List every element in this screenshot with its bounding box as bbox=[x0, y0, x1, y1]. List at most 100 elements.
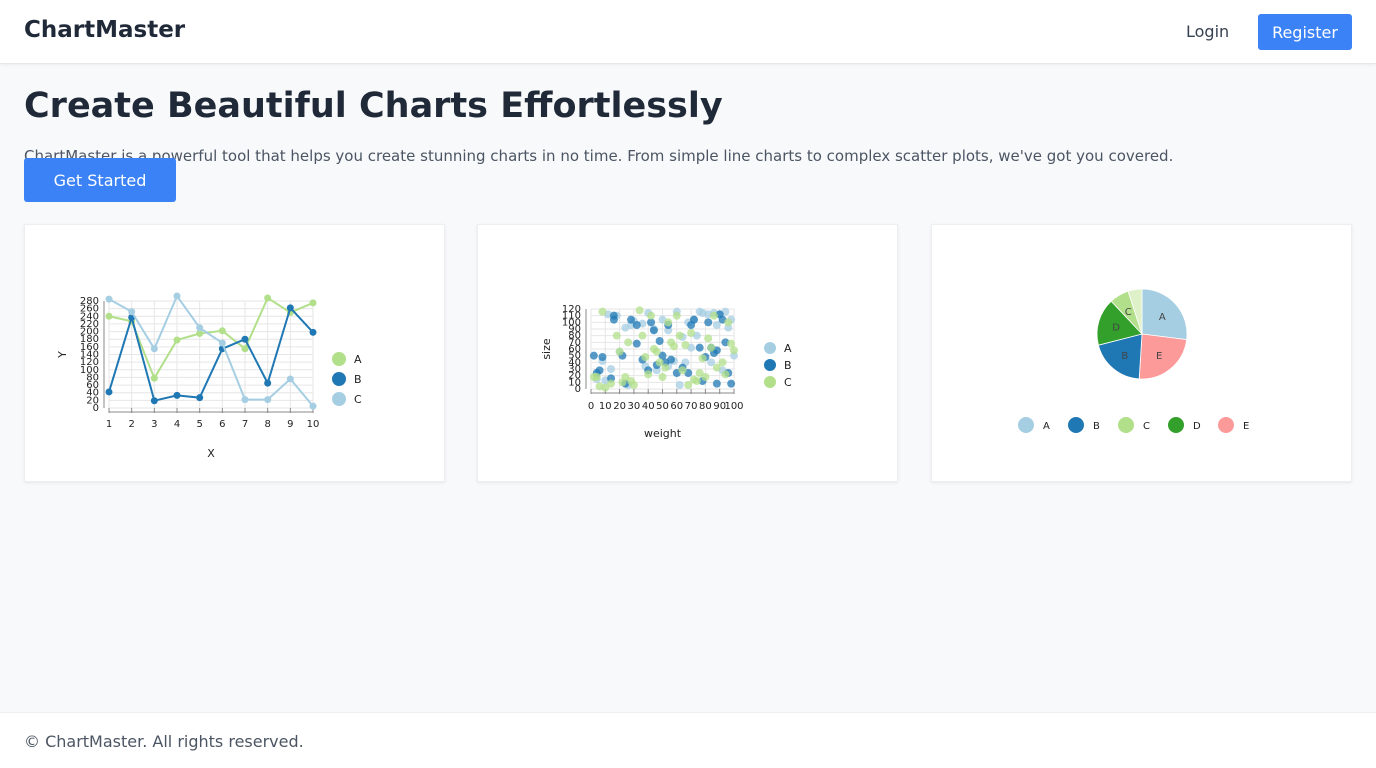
pie-slice-label: B bbox=[1121, 351, 1128, 362]
hero-description: ChartMaster is a powerful tool that help… bbox=[24, 147, 1174, 165]
legend-swatch bbox=[332, 352, 346, 366]
legend-label: B bbox=[354, 373, 362, 386]
legend-label: C bbox=[784, 376, 792, 389]
scatter-point-c bbox=[629, 381, 638, 389]
data-point bbox=[218, 327, 226, 335]
data-point bbox=[309, 328, 317, 336]
data-point bbox=[241, 335, 249, 343]
data-point bbox=[173, 391, 181, 399]
x-tick-label: 7 bbox=[242, 419, 248, 430]
x-tick-label: 1 bbox=[106, 419, 112, 430]
scatter-point-c bbox=[675, 331, 684, 340]
get-started-button[interactable]: Get Started bbox=[24, 158, 176, 202]
line-chart: 0204060801001201401601802002202402602801… bbox=[56, 292, 362, 460]
scatter-point-b bbox=[649, 326, 658, 335]
scatter-point-c bbox=[669, 342, 678, 351]
data-point bbox=[150, 374, 158, 382]
scatter-chart: 01020304050607080901001101200 10 20 30 40 50 6… bbox=[540, 304, 792, 440]
scatter-point-c bbox=[624, 338, 633, 347]
data-point bbox=[286, 375, 294, 383]
legend-swatch bbox=[1118, 417, 1134, 433]
x-tick-label: 2 bbox=[128, 419, 134, 430]
data-point bbox=[105, 388, 113, 396]
register-button[interactable]: Register bbox=[1258, 14, 1352, 50]
scatter-point-c bbox=[592, 373, 601, 381]
scatter-point-c bbox=[724, 318, 733, 327]
scatter-point-c bbox=[709, 311, 718, 320]
data-point bbox=[105, 295, 113, 303]
data-point bbox=[264, 396, 272, 404]
scatter-point-c bbox=[641, 353, 650, 361]
data-point bbox=[173, 292, 181, 300]
scatter-chart-card: 0 10 20 30 40 50 60 70 80 90 100 110 120 0 10 20 30 40 50 6… bbox=[477, 224, 898, 482]
pie-slice-label: C bbox=[1125, 307, 1132, 318]
scatter-point-c bbox=[652, 347, 661, 356]
brand-logo[interactable]: ChartMaster bbox=[24, 17, 185, 43]
footer: © ChartMaster. All rights reserved. bbox=[0, 712, 1376, 768]
line-chart-card: 0 20 40 60 80 100 120 140 160 180 200 220 240 260 280 1… bbox=[24, 224, 445, 482]
scatter-point-c bbox=[681, 341, 690, 349]
legend-label: A bbox=[1043, 421, 1050, 432]
x-tick-label: 70 bbox=[685, 401, 698, 412]
data-point bbox=[264, 294, 272, 302]
legend-swatch bbox=[764, 342, 776, 354]
scatter-point-c bbox=[692, 377, 701, 385]
scatter-point-c bbox=[661, 363, 670, 372]
legend-swatch bbox=[1068, 417, 1084, 433]
data-point bbox=[105, 312, 113, 320]
scatter-point-b bbox=[632, 339, 641, 348]
data-point bbox=[150, 397, 158, 405]
legend-swatch bbox=[1018, 417, 1034, 433]
data-point bbox=[196, 324, 204, 332]
pie-chart-card: AEBDCABCDE bbox=[931, 224, 1352, 482]
y-axis-label: size bbox=[540, 338, 553, 360]
scatter-point-b bbox=[589, 351, 598, 360]
hero-title: Create Beautiful Charts Effortlessly bbox=[24, 86, 723, 126]
x-tick-label: 5 bbox=[196, 419, 202, 430]
scatter-point-c bbox=[672, 311, 681, 320]
series-line-c bbox=[108, 294, 314, 407]
scatter-point-c bbox=[707, 343, 716, 352]
legend-label: B bbox=[1093, 421, 1100, 432]
legend-swatch bbox=[1218, 417, 1234, 433]
legend-label: B bbox=[784, 359, 792, 372]
scatter-point-c bbox=[698, 354, 707, 363]
legend-swatch bbox=[764, 376, 776, 388]
copyright-text: © ChartMaster. All rights reserved. bbox=[24, 732, 304, 751]
pie-slice-e bbox=[1138, 333, 1188, 380]
data-point bbox=[128, 308, 136, 316]
x-tick-label: 4 bbox=[174, 419, 180, 430]
scatter-point-c bbox=[701, 373, 710, 381]
x-tick-label: 40 bbox=[642, 401, 655, 412]
pie-slice-label: E bbox=[1156, 351, 1162, 362]
legend-label: E bbox=[1243, 421, 1249, 432]
scatter-point-c bbox=[718, 358, 727, 367]
x-tick-label: 30 bbox=[628, 401, 641, 412]
legend-label: A bbox=[354, 353, 362, 366]
scatter-point-c bbox=[635, 306, 644, 315]
y-axis-label: Y bbox=[56, 351, 69, 359]
scatter-point-b bbox=[655, 337, 664, 345]
scatter-point-a bbox=[607, 365, 616, 373]
scatter-point-c bbox=[647, 311, 656, 320]
scatter-point-b bbox=[695, 343, 704, 352]
scatter-point-c bbox=[607, 379, 616, 388]
login-link[interactable]: Login bbox=[1186, 22, 1229, 41]
pie-slice-label: D bbox=[1112, 322, 1120, 333]
data-point bbox=[196, 394, 204, 402]
pie-chart: AEBDCA B C D E bbox=[1018, 288, 1249, 433]
scatter-point-c bbox=[687, 329, 696, 337]
legend-label: A bbox=[784, 342, 792, 355]
scatter-point-a bbox=[675, 381, 684, 389]
x-tick-label: 9 bbox=[287, 419, 293, 430]
data-point bbox=[309, 402, 317, 410]
x-tick-label: 80 bbox=[699, 401, 712, 412]
data-point bbox=[241, 396, 249, 404]
legend-swatch bbox=[332, 392, 346, 406]
scatter-point-b bbox=[609, 315, 618, 324]
x-tick-label: 3 bbox=[151, 419, 157, 430]
scatter-point-c bbox=[598, 307, 607, 316]
scatter-point-b bbox=[632, 321, 641, 329]
scatter-point-c bbox=[721, 370, 730, 379]
scatter-point-c bbox=[678, 366, 687, 375]
